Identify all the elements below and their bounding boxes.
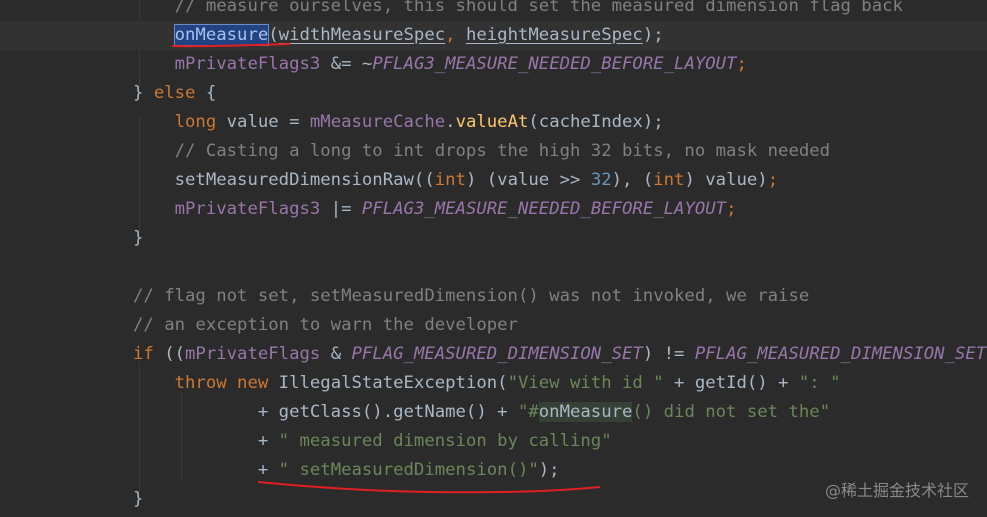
code-token: );	[538, 460, 560, 480]
code-token: // flag not set, setMeasuredDimension() …	[133, 286, 810, 306]
code-token: PFLAG_MEASURED_DIMENSION_SET	[351, 344, 643, 364]
code-token: int	[653, 170, 685, 190]
code-token: value =	[216, 112, 310, 132]
code-token: long	[174, 112, 217, 132]
code-token: }	[133, 83, 154, 103]
code-line[interactable]: // measure ourselves, this should set th…	[0, 0, 987, 21]
code-token: else	[153, 83, 196, 103]
code-line[interactable]	[0, 253, 987, 282]
code-token: ((	[153, 344, 186, 364]
code-line[interactable]: // flag not set, setMeasuredDimension() …	[0, 282, 987, 311]
code-token: setMeasuredDimensionRaw((	[133, 170, 435, 190]
code-token: ": "	[798, 373, 841, 393]
code-token: +	[133, 460, 279, 480]
code-token: ), (	[611, 170, 654, 190]
code-line[interactable]: // Casting a long to int drops the high …	[0, 137, 987, 166]
code-token: mMeasureCache	[309, 112, 446, 132]
code-token: &= ~	[320, 54, 373, 74]
code-token: {	[195, 83, 217, 103]
code-token: heightMeasureSpec	[465, 25, 643, 45]
code-token: ;	[767, 170, 779, 190]
code-line[interactable]: }	[0, 224, 987, 253]
code-line[interactable]: throw new IllegalStateException("View wi…	[0, 369, 987, 398]
code-token: int	[434, 170, 466, 190]
code-token: &	[320, 344, 352, 364]
code-token: "View with id "	[507, 373, 664, 393]
code-token: valueAt	[455, 112, 529, 132]
code-token: " setMeasuredDimension()"	[278, 460, 539, 480]
code-token: // Casting a long to int drops the high …	[133, 141, 831, 161]
code-token: mPrivateFlags3	[174, 199, 321, 219]
code-token: widthMeasureSpec	[278, 25, 446, 45]
code-line[interactable]: if ((mPrivateFlags & PFLAG_MEASURED_DIME…	[0, 340, 987, 369]
code-token: PFLAG_MEASURED_DIMENSION_SET	[694, 344, 987, 364]
code-line[interactable]: long value = mMeasureCache.valueAt(cache…	[0, 108, 987, 137]
code-token: +	[133, 431, 279, 451]
code-token: mPrivateFlags	[185, 344, 321, 364]
code-token: PFLAG3_MEASURE_NEEDED_BEFORE_LAYOUT	[361, 199, 727, 219]
watermark: @稀土掘金技术社区	[824, 481, 969, 500]
code-token: IllegalStateException(	[268, 373, 508, 393]
code-line[interactable]: mPrivateFlags3 &= ~PFLAG3_MEASURE_NEEDED…	[0, 50, 987, 79]
code-token: (	[268, 25, 279, 45]
code-token: );	[642, 25, 664, 45]
code-token: PFLAG3_MEASURE_NEEDED_BEFORE_LAYOUT	[372, 54, 737, 74]
code-line[interactable]: + " measured dimension by calling"	[0, 427, 987, 456]
code-token: // measure ourselves, this should set th…	[133, 0, 903, 16]
code-line[interactable]: mPrivateFlags3 |= PFLAG3_MEASURE_NEEDED_…	[0, 195, 987, 224]
code-token: () did not set the"	[632, 402, 831, 422]
code-token: mPrivateFlags3	[174, 54, 321, 74]
highlighted-match: onMeasure	[538, 402, 633, 422]
code-token: "#	[517, 402, 539, 422]
code-line[interactable]: + getClass().getName() + "#onMeasure() d…	[0, 398, 987, 427]
code-token: }	[133, 228, 144, 248]
code-line[interactable]: onMeasure(widthMeasureSpec, heightMeasur…	[0, 21, 987, 50]
code-token: " measured dimension by calling"	[278, 431, 612, 451]
code-token: ) !=	[642, 344, 695, 364]
code-token: if	[133, 344, 154, 364]
code-token: ,	[445, 25, 466, 45]
code-token: ) value)	[684, 170, 768, 190]
code-token: throw new	[174, 373, 269, 393]
code-token: 32	[590, 170, 612, 190]
code-line[interactable]: setMeasuredDimensionRaw((int) (value >> …	[0, 166, 987, 195]
code-editor[interactable]: // measure ourselves, this should set th…	[0, 0, 987, 517]
selected-identifier: onMeasure	[173, 24, 270, 46]
code-token: + getClass().getName() +	[133, 402, 518, 422]
code-token: ;	[736, 54, 747, 74]
code-line[interactable]: } else {	[0, 79, 987, 108]
code-token: (cacheIndex);	[528, 112, 664, 132]
code-token: .	[445, 112, 456, 132]
code-token: ) (value >>	[465, 170, 591, 190]
code-line[interactable]: // an exception to warn the developer	[0, 311, 987, 340]
code-token: ;	[726, 199, 737, 219]
code-token: }	[133, 489, 144, 509]
code-token: |=	[320, 199, 362, 219]
code-token: + getId() +	[663, 373, 799, 393]
code-token: // an exception to warn the developer	[133, 315, 518, 335]
